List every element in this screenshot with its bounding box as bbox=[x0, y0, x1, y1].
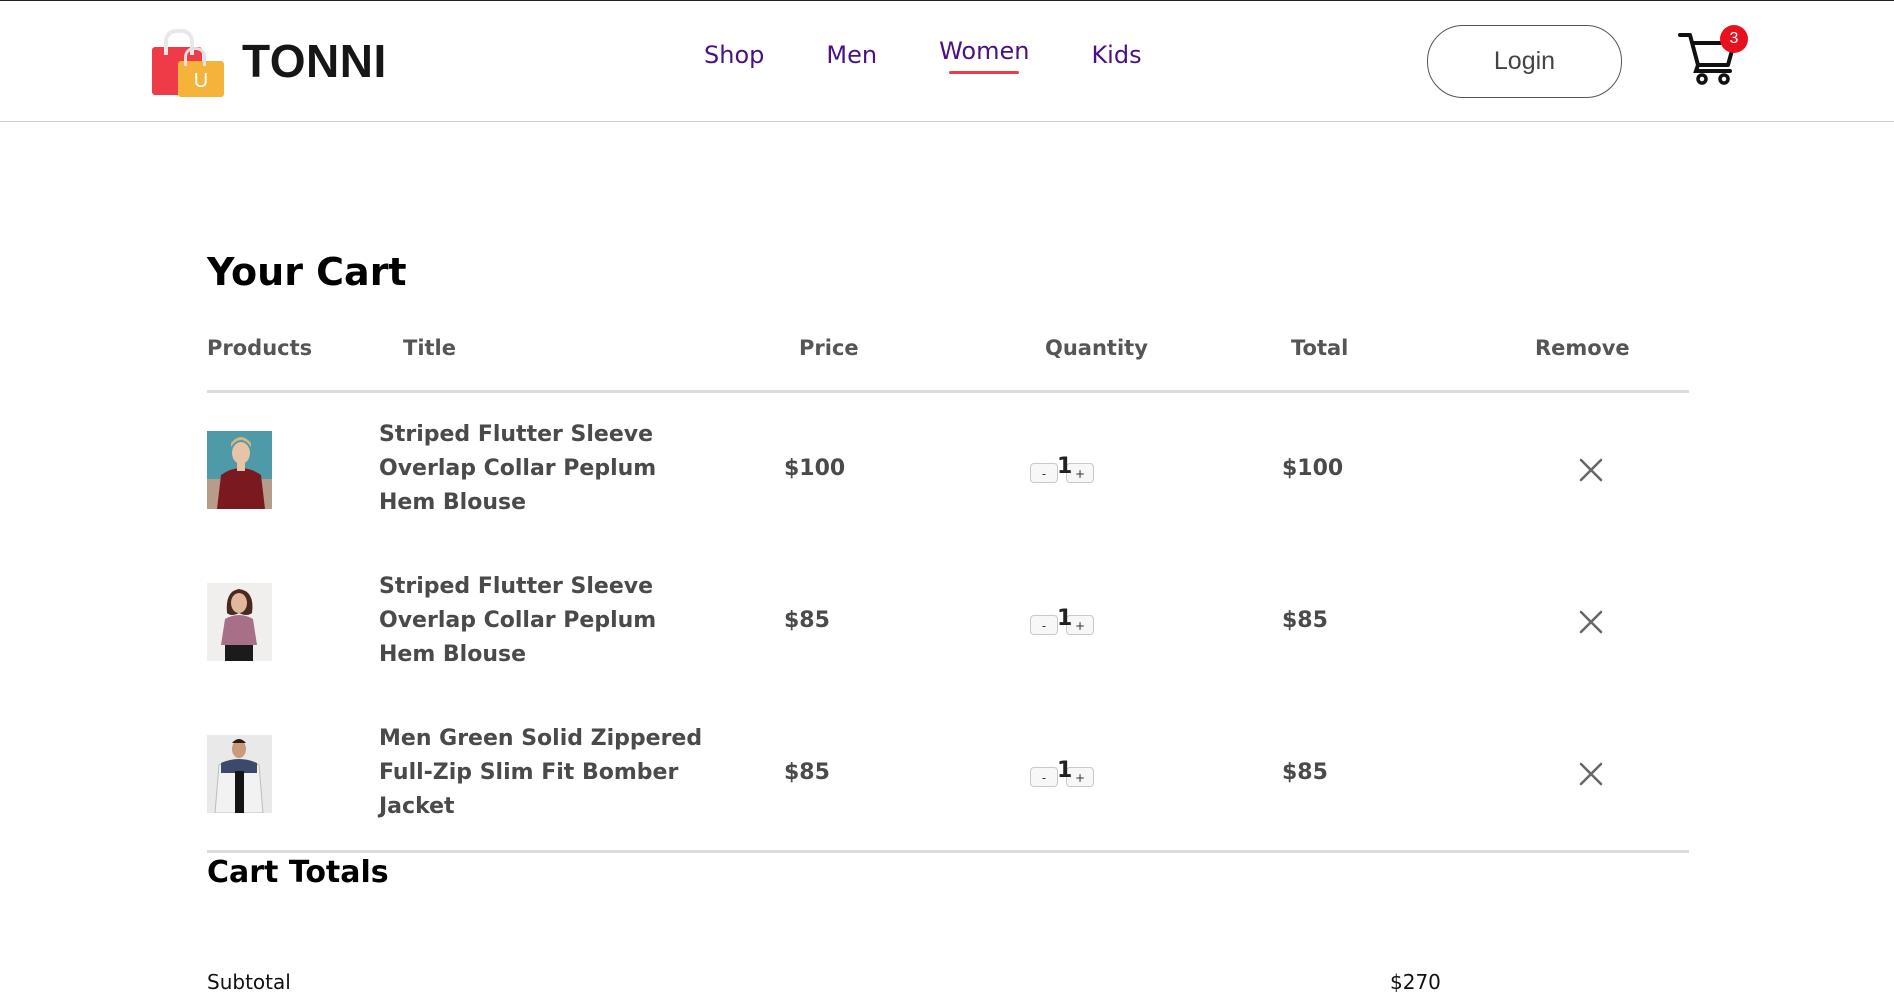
quantity-stepper: - 1 + bbox=[1030, 454, 1094, 485]
product-price: $85 bbox=[784, 760, 830, 785]
column-header-total: Total bbox=[1291, 336, 1349, 360]
page-title: Your Cart bbox=[207, 250, 407, 294]
quantity-value: 1 bbox=[1057, 606, 1073, 631]
nav-item-kids[interactable]: Kids bbox=[1091, 41, 1141, 69]
column-header-price: Price bbox=[799, 336, 859, 360]
product-title: Men Green Solid Zippered Full-Zip Slim F… bbox=[379, 726, 703, 819]
line-total: $85 bbox=[1282, 760, 1328, 785]
table-divider bbox=[207, 390, 1689, 393]
close-icon[interactable] bbox=[1578, 609, 1604, 635]
shopping-bag-icon: U bbox=[150, 25, 228, 97]
line-total: $100 bbox=[1282, 456, 1344, 481]
subtotal-label: Subtotal bbox=[207, 970, 291, 994]
subtotal-value: $270 bbox=[1390, 970, 1441, 994]
product-price: $85 bbox=[784, 608, 830, 633]
table-row: Striped Flutter Sleeve Overlap Collar Pe… bbox=[0, 570, 1894, 700]
nav-item-shop[interactable]: Shop bbox=[704, 41, 764, 69]
column-header-products: Products bbox=[207, 336, 313, 360]
brand-logo[interactable]: U TONNI bbox=[150, 25, 387, 97]
main-nav: Shop Men Women Kids bbox=[704, 37, 1204, 74]
cart-totals-title: Cart Totals bbox=[207, 855, 389, 890]
product-price: $100 bbox=[784, 456, 846, 481]
nav-item-women-label: Women bbox=[939, 37, 1030, 65]
decrease-quantity-button[interactable]: - bbox=[1030, 614, 1058, 635]
table-row: Striped Flutter Sleeve Overlap Collar Pe… bbox=[0, 418, 1894, 548]
table-row: Men Green Solid Zippered Full-Zip Slim F… bbox=[0, 722, 1894, 852]
column-header-quantity: Quantity bbox=[1045, 336, 1148, 360]
column-header-title: Title bbox=[403, 336, 457, 360]
product-title: Striped Flutter Sleeve Overlap Collar Pe… bbox=[379, 422, 657, 515]
login-button[interactable]: Login bbox=[1427, 25, 1622, 98]
product-image[interactable] bbox=[207, 583, 272, 661]
active-nav-underline bbox=[949, 71, 1020, 74]
line-total: $85 bbox=[1282, 608, 1328, 633]
brand-name: TONNI bbox=[242, 35, 387, 87]
close-icon[interactable] bbox=[1578, 457, 1604, 483]
quantity-stepper: - 1 + bbox=[1030, 606, 1094, 637]
quantity-stepper: - 1 + bbox=[1030, 758, 1094, 789]
decrease-quantity-button[interactable]: - bbox=[1030, 462, 1058, 483]
product-image[interactable] bbox=[207, 431, 272, 509]
cart-count-badge: 3 bbox=[1720, 25, 1748, 53]
product-title: Striped Flutter Sleeve Overlap Collar Pe… bbox=[379, 574, 657, 667]
product-image[interactable] bbox=[207, 735, 272, 813]
column-header-remove: Remove bbox=[1535, 336, 1630, 360]
quantity-value: 1 bbox=[1057, 758, 1073, 783]
site-header: U TONNI Shop Men Women Kids Login 3 bbox=[0, 0, 1894, 122]
decrease-quantity-button[interactable]: - bbox=[1030, 766, 1058, 787]
nav-item-women[interactable]: Women bbox=[939, 37, 1030, 74]
table-divider bbox=[207, 850, 1689, 853]
quantity-value: 1 bbox=[1057, 454, 1073, 479]
nav-item-men[interactable]: Men bbox=[826, 41, 877, 69]
close-icon[interactable] bbox=[1578, 761, 1604, 787]
